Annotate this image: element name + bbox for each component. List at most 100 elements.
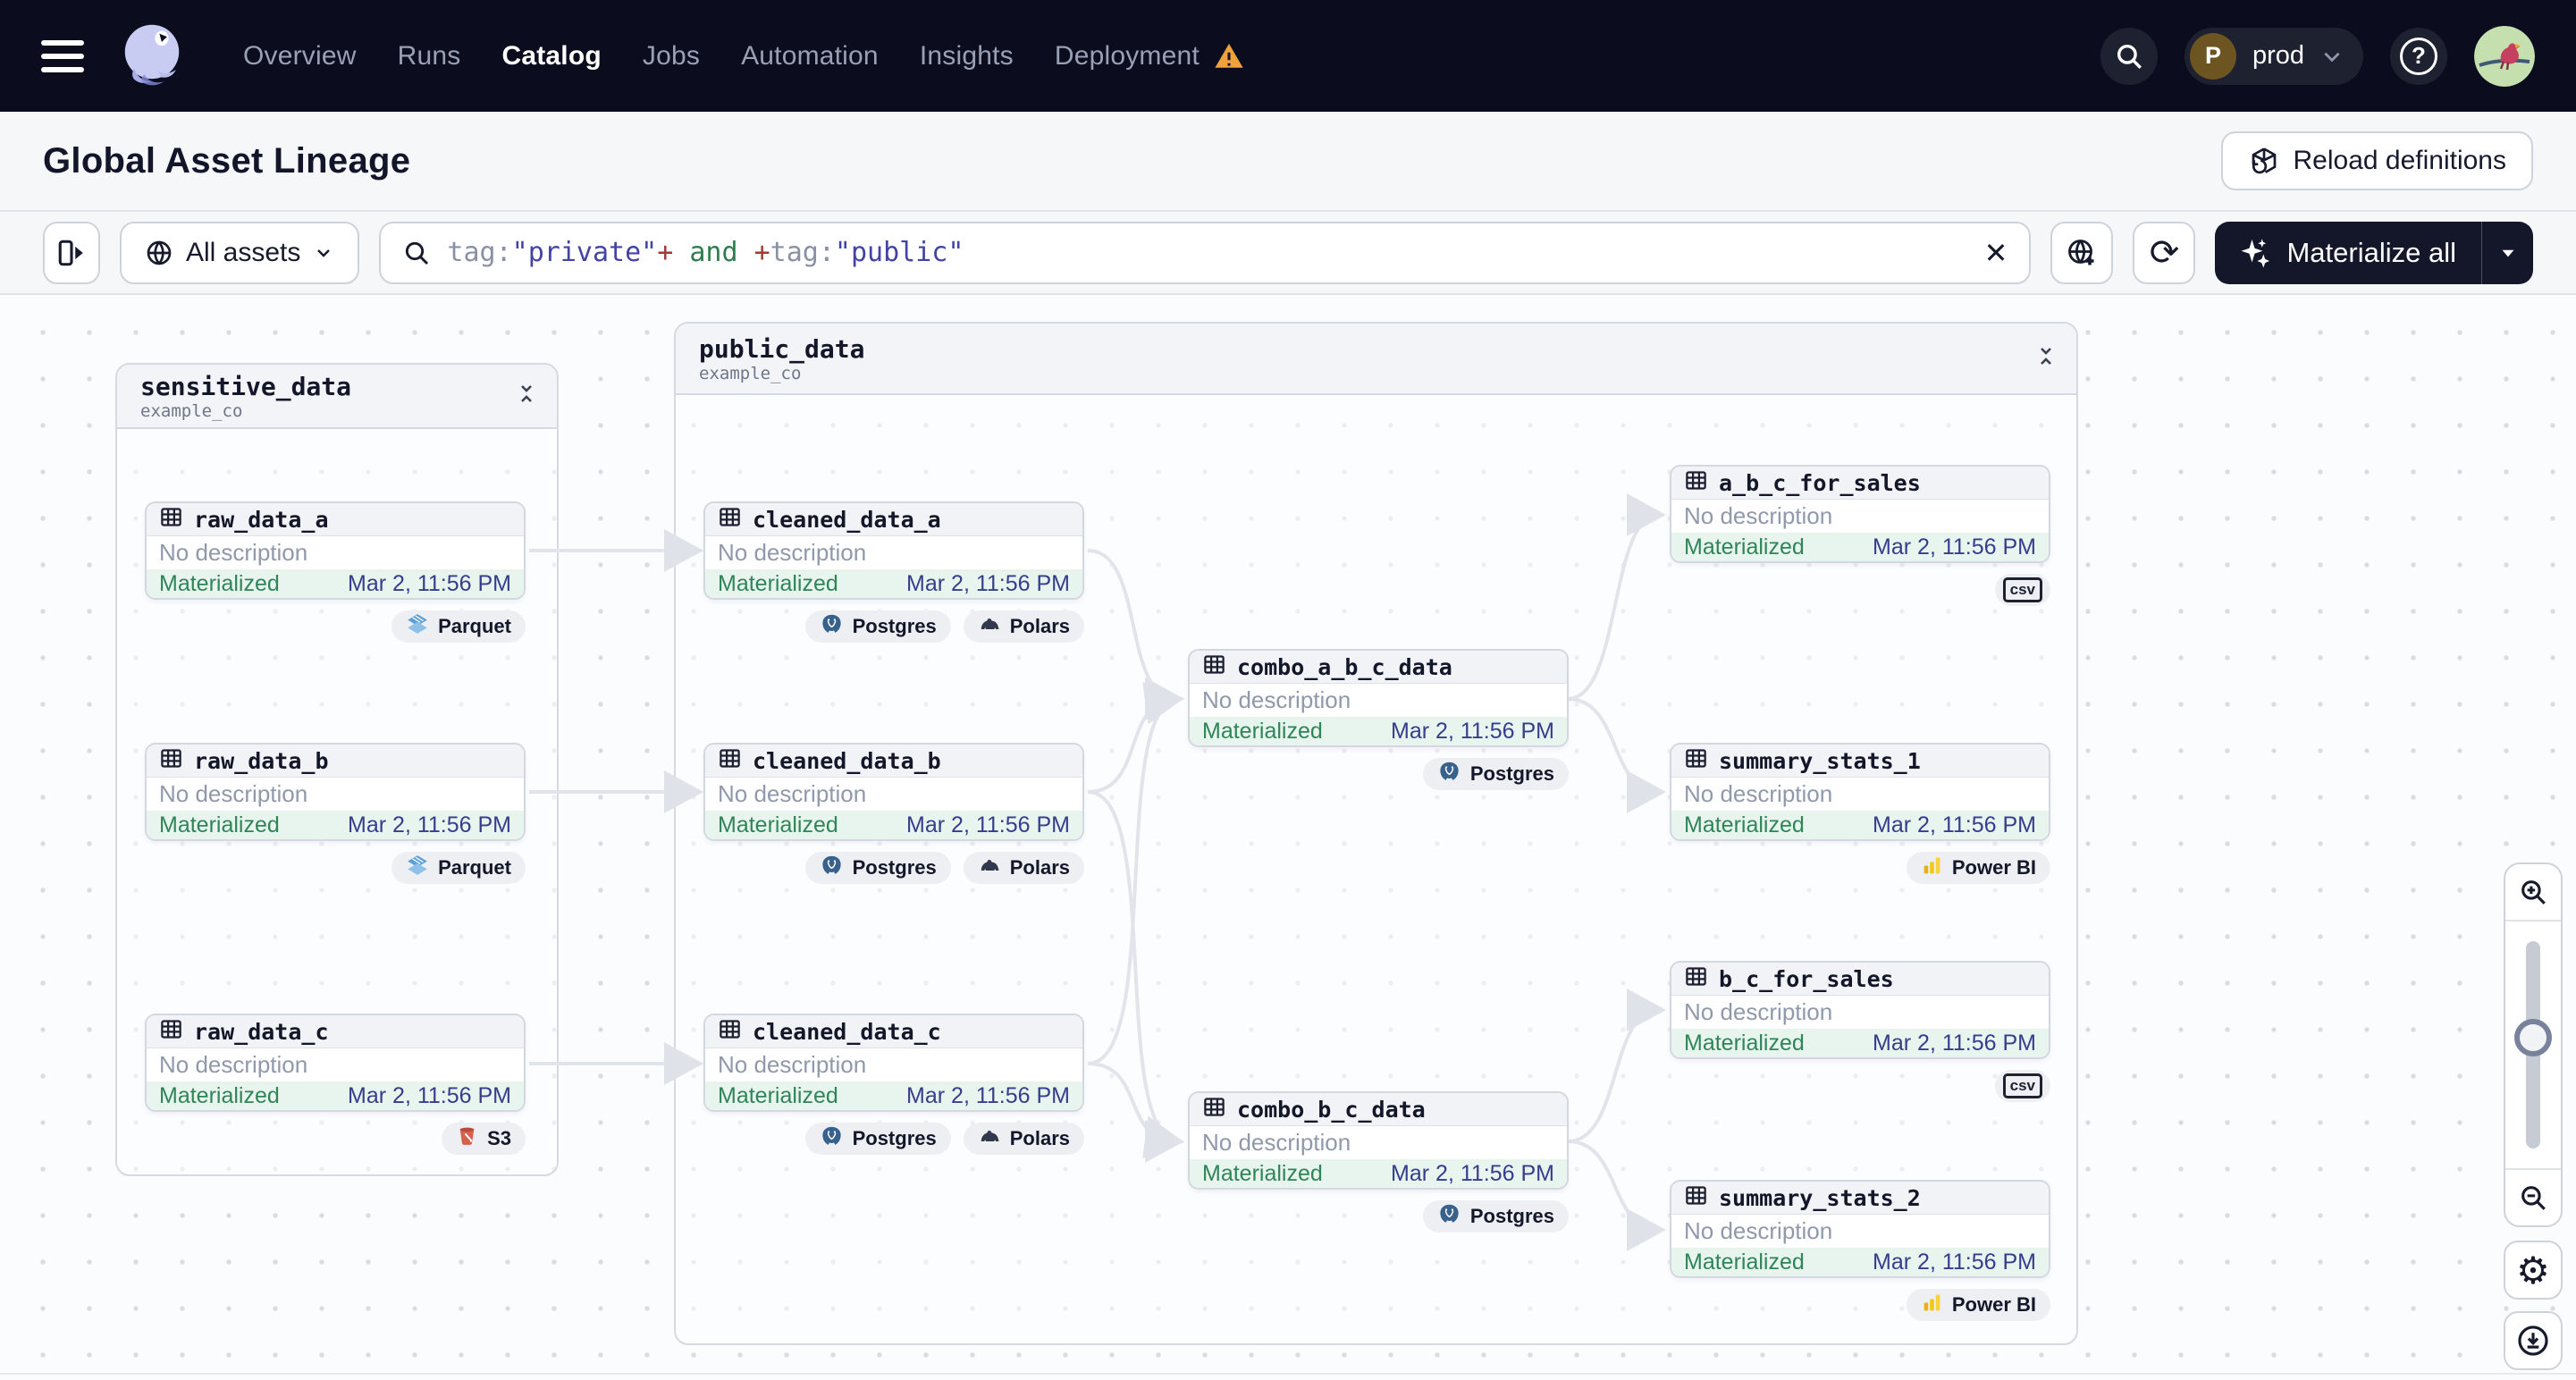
postgres-icon [820,854,844,883]
kind-badge-parquet[interactable]: Parquet [391,610,526,643]
zoom-in-button[interactable] [2505,864,2561,920]
nav-item-insights[interactable]: Insights [920,41,1014,72]
s3-icon [456,1125,478,1153]
sidebar-toggle-button[interactable] [43,221,100,284]
asset-node-combo_b_c_data[interactable]: combo_b_c_data No description Materializ… [1188,1091,1569,1190]
asset-node-raw_data_b[interactable]: raw_data_b No description Materialized M… [145,743,526,841]
kind-badge-label: Postgres [1469,1205,1554,1227]
zoom-slider-thumb[interactable] [2514,1018,2552,1056]
clear-search-icon[interactable]: ✕ [1984,236,2008,270]
kind-badge-postgres[interactable]: Postgres [804,1123,951,1155]
kind-badge-csv[interactable]: csv [1994,1070,2050,1102]
kind-badge-parquet[interactable]: Parquet [391,852,526,884]
search-icon [2117,44,2142,69]
kind-badge-postgres[interactable]: Postgres [804,852,951,884]
table-icon [159,746,183,775]
asset-node-header: a_b_c_for_sales [1671,467,2049,500]
materialized-timestamp[interactable]: Mar 2, 11:56 PM [1391,1161,1554,1187]
asset-node-raw_data_a[interactable]: raw_data_a No description Materialized M… [145,501,526,600]
nav-item-deployment[interactable]: Deployment [1055,41,1244,72]
materialized-timestamp[interactable]: Mar 2, 11:56 PM [1391,719,1554,745]
materialized-status: Materialized [159,570,280,596]
nav-item-catalog[interactable]: Catalog [501,41,601,72]
kind-badge-label: Power BI [1951,856,2036,879]
kind-badge-postgres[interactable]: Postgres [1422,1200,1569,1233]
postgres-icon [1437,1202,1461,1232]
kind-badge-polars[interactable]: Polars [963,610,1084,643]
table-icon [1202,652,1226,681]
graph-settings-button[interactable]: ⚙ [2504,1241,2563,1300]
refresh-icon: ⟳ [2149,231,2180,273]
nav-item-automation[interactable]: Automation [741,41,879,72]
deployment-name: prod [2252,41,2304,70]
lineage-canvas[interactable]: ⚙ sensitive_data example_co public_data … [0,295,2576,1380]
asset-node-b_c_for_sales[interactable]: b_c_for_sales No description Materialize… [1670,961,2050,1059]
zoom-out-icon [2521,1186,2546,1210]
materialized-timestamp[interactable]: Mar 2, 11:56 PM [906,1083,1070,1109]
asset-node-header: cleaned_data_c [705,1015,1082,1048]
deployment-switcher[interactable]: P prod [2184,27,2363,85]
materialized-timestamp[interactable]: Mar 2, 11:56 PM [1873,1250,2036,1275]
zoom-out-button[interactable] [2505,1170,2561,1225]
asset-name: b_c_for_sales [1719,965,1894,992]
materialize-all-split-button: Materialize all [2215,221,2533,284]
kind-badge-polars[interactable]: Polars [963,852,1084,884]
kind-badge-postgres[interactable]: Postgres [804,610,951,643]
kind-badge-csv[interactable]: csv [1994,574,2050,606]
reload-definitions-button[interactable]: Reload definitions [2220,131,2533,190]
asset-node-summary_stats_2[interactable]: summary_stats_2 No description Materiali… [1670,1180,2050,1278]
kind-badge-postgres[interactable]: Postgres [1422,758,1569,790]
asset-status-row: Materialized Mar 2, 11:56 PM [1190,717,1567,745]
asset-status-row: Materialized Mar 2, 11:56 PM [147,811,524,839]
query-segment: tag: [447,237,512,268]
asset-name: combo_a_b_c_data [1237,653,1452,680]
powerbi-icon [1921,1292,1943,1319]
materialized-timestamp[interactable]: Mar 2, 11:56 PM [1873,1031,2036,1056]
asset-node-a_b_c_for_sales[interactable]: a_b_c_for_sales No description Materiali… [1670,465,2050,563]
asset-status-row: Materialized Mar 2, 11:56 PM [1671,1029,2049,1057]
kind-badge-powerbi[interactable]: Power BI [1906,852,2050,884]
asset-name: cleaned_data_a [753,506,941,533]
kind-badge-polars[interactable]: Polars [963,1123,1084,1155]
asset-badges: S3 [145,1123,526,1155]
refresh-button[interactable]: ⟳ [2133,221,2196,284]
postgres-icon [820,1124,844,1154]
materialized-timestamp[interactable]: Mar 2, 11:56 PM [906,571,1070,597]
nav-item-overview[interactable]: Overview [243,41,357,72]
kind-badge-s3[interactable]: S3 [442,1123,526,1155]
asset-search-input[interactable]: tag:"private"+ and +tag:"public" ✕ [379,221,2032,284]
search-button[interactable] [2100,27,2158,85]
download-image-button[interactable] [2504,1311,2563,1370]
help-button[interactable]: ? [2390,27,2447,85]
zoom-in-icon [2521,880,2546,905]
materialized-timestamp[interactable]: Mar 2, 11:56 PM [348,1083,511,1109]
asset-node-cleaned_data_a[interactable]: cleaned_data_a No description Materializ… [703,501,1084,600]
user-avatar[interactable] [2474,25,2535,87]
kind-badge-powerbi[interactable]: Power BI [1906,1289,2050,1321]
materialized-status: Materialized [1202,718,1323,744]
asset-node-combo_a_b_c_data[interactable]: combo_a_b_c_data No description Material… [1188,649,1569,747]
menu-icon[interactable] [41,39,84,72]
table-icon [718,746,742,775]
materialize-all-button[interactable]: Materialize all [2215,222,2481,284]
nav-item-jobs[interactable]: Jobs [643,41,700,72]
asset-scope-dropdown[interactable]: All assets [120,221,360,284]
zoom-slider[interactable] [2505,920,2561,1170]
materialize-options-button[interactable] [2481,221,2533,284]
materialized-timestamp[interactable]: Mar 2, 11:56 PM [348,812,511,838]
parquet-icon [406,854,429,882]
asset-node-raw_data_c[interactable]: raw_data_c No description Materialized M… [145,1014,526,1112]
materialized-timestamp[interactable]: Mar 2, 11:56 PM [906,812,1070,838]
reload-definitions-label: Reload definitions [2293,146,2507,175]
materialized-timestamp[interactable]: Mar 2, 11:56 PM [348,571,511,597]
materialized-timestamp[interactable]: Mar 2, 11:56 PM [1873,812,2036,838]
asset-node-cleaned_data_b[interactable]: cleaned_data_b No description Materializ… [703,743,1084,841]
materialized-timestamp[interactable]: Mar 2, 11:56 PM [1873,534,2036,560]
table-icon [1684,964,1708,993]
asset-badges: Postgres Polars [703,852,1084,884]
nav-item-runs[interactable]: Runs [398,41,461,72]
asset-selection-syntax-button[interactable] [2050,221,2114,284]
dagster-logo-icon[interactable] [114,19,189,94]
asset-node-cleaned_data_c[interactable]: cleaned_data_c No description Materializ… [703,1014,1084,1112]
asset-node-summary_stats_1[interactable]: summary_stats_1 No description Materiali… [1670,743,2050,841]
